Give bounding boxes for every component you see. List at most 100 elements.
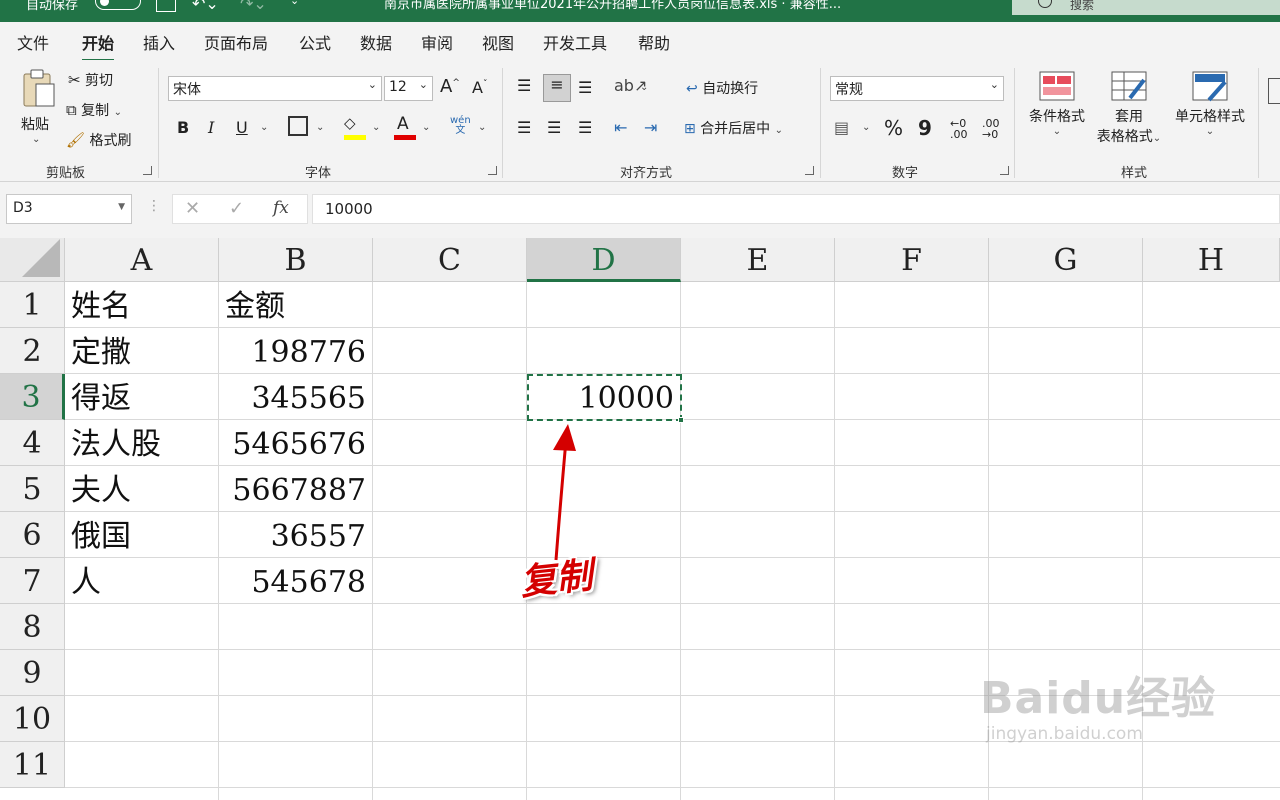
font-name-value: 宋体 <box>173 82 201 98</box>
cell-styles-button[interactable]: 单元格样式 ⌄ <box>1170 70 1250 137</box>
align-left-icon[interactable]: ☰ <box>517 118 531 137</box>
align-center-icon[interactable]: ☰ <box>547 118 561 137</box>
insert-cells-icon[interactable] <box>1268 78 1280 104</box>
phonetic-dropdown-icon[interactable]: ⌄ <box>478 122 486 133</box>
font-color-dropdown-icon[interactable]: ⌄ <box>422 122 430 133</box>
tab-developer[interactable]: 开发工具 <box>543 30 607 54</box>
spreadsheet-grid: A B C D E F G H 1 2 3 4 5 6 7 8 9 10 11 … <box>0 238 1280 800</box>
undo-icon[interactable]: ↶⌄ <box>192 0 219 13</box>
font-size-combo[interactable]: 12 ⌄ <box>384 76 433 101</box>
percent-style-button[interactable]: % <box>884 116 903 140</box>
customize-qat-icon[interactable]: ⌄ <box>290 0 299 7</box>
watermark-url: jingyan.baidu.com <box>986 724 1143 744</box>
drag-handle-icon[interactable]: ⋮ <box>147 198 161 214</box>
redo-icon[interactable]: ↷⌄ <box>240 0 267 13</box>
italic-button[interactable]: I <box>208 118 214 137</box>
number-launcher-icon[interactable] <box>1000 166 1009 175</box>
styles-group-label: 样式 <box>1121 166 1148 181</box>
merge-center-icon: ⊞ <box>684 121 696 137</box>
copy-label: 复制 <box>81 103 110 119</box>
font-name-combo[interactable]: 宋体 ⌄ <box>168 76 382 101</box>
tab-view[interactable]: 视图 <box>482 30 514 54</box>
tab-insert[interactable]: 插入 <box>143 30 175 54</box>
fill-color-dropdown-icon[interactable]: ⌄ <box>372 122 380 133</box>
tab-page-layout[interactable]: 页面布局 <box>204 30 268 54</box>
tab-home[interactable]: 开始 <box>82 30 115 62</box>
ribbon-tab-bar: 文件 开始 插入 页面布局 公式 数据 审阅 视图 开发工具 帮助 <box>0 22 1280 62</box>
wrap-text-button[interactable]: ↩ 自动换行 <box>686 78 758 98</box>
search-placeholder: 搜索 <box>1070 0 1095 12</box>
font-launcher-icon[interactable] <box>488 166 497 175</box>
cell-styles-icon <box>1192 71 1228 102</box>
font-group-label: 字体 <box>305 166 332 181</box>
conditional-format-label: 条件格式 <box>1029 109 1085 125</box>
merge-center-label: 合并后居中 <box>700 121 771 137</box>
tab-help[interactable]: 帮助 <box>638 30 670 54</box>
align-middle-icon[interactable]: ≡ <box>543 74 571 102</box>
conditional-format-icon <box>1039 71 1075 101</box>
align-right-icon[interactable]: ☰ <box>578 118 592 137</box>
tab-file[interactable]: 文件 <box>17 30 49 54</box>
comma-style-button[interactable]: 9 <box>918 116 932 140</box>
paste-button[interactable]: 粘贴 ⌄ <box>18 68 58 150</box>
phonetic-guide-icon[interactable]: wén 文 <box>450 116 471 136</box>
format-painter-icon: 🖌 <box>66 131 86 149</box>
borders-icon[interactable] <box>288 116 308 136</box>
cut-label: 剪切 <box>85 73 114 89</box>
paste-icon <box>23 69 55 107</box>
paste-label: 粘贴 <box>21 117 49 133</box>
tab-data[interactable]: 数据 <box>360 30 392 54</box>
merge-center-button[interactable]: ⊞ 合并后居中 ⌄ <box>684 118 783 138</box>
clipboard-launcher-icon[interactable] <box>143 166 152 175</box>
decrease-font-icon[interactable]: Aˇ <box>472 78 487 97</box>
cancel-icon[interactable]: ✕ <box>185 198 200 219</box>
increase-decimal-icon[interactable]: ←0.00 <box>950 118 968 140</box>
increase-font-icon[interactable]: A^ <box>440 76 460 97</box>
chevron-down-icon: ⌄ <box>418 78 428 91</box>
accounting-dropdown-icon[interactable]: ⌄ <box>862 122 870 133</box>
underline-button[interactable]: U <box>236 118 248 137</box>
increase-indent-icon[interactable]: ⇥ <box>644 118 657 137</box>
align-top-icon[interactable]: ☰ <box>517 76 531 95</box>
copy-icon: ⧉ <box>66 101 77 119</box>
search-box[interactable]: 搜索 <box>1012 0 1280 15</box>
name-box[interactable]: D3 ▼ <box>6 194 132 224</box>
wrap-text-label: 自动换行 <box>702 81 759 97</box>
font-color-icon[interactable]: A <box>394 114 416 140</box>
copy-button[interactable]: ⧉ 复制 ⌄ <box>66 100 122 120</box>
name-box-value: D3 <box>13 200 33 216</box>
insert-function-icon[interactable]: fx <box>273 198 289 218</box>
decrease-indent-icon[interactable]: ⇤ <box>614 118 627 137</box>
alignment-launcher-icon[interactable] <box>805 166 814 175</box>
save-icon[interactable] <box>156 0 176 12</box>
clipboard-group-label: 剪贴板 <box>46 166 86 181</box>
underline-dropdown-icon[interactable]: ⌄ <box>260 122 268 133</box>
tab-review[interactable]: 审阅 <box>421 30 453 54</box>
number-format-combo[interactable]: 常规 ⌄ <box>830 76 1004 101</box>
decrease-decimal-icon[interactable]: .00 →0 <box>982 118 1000 140</box>
formula-bar: D3 ▼ ⋮ ✕ ✓ fx 10000 <box>0 182 1280 238</box>
copy-dropdown-icon[interactable]: ⌄ <box>114 107 122 118</box>
chevron-down-icon: ⌄ <box>367 78 377 91</box>
merge-dropdown-icon[interactable]: ⌄ <box>775 125 783 136</box>
format-as-table-button[interactable]: 套用 表格格式⌄ <box>1092 70 1166 146</box>
format-as-table-label-1: 套用 <box>1115 109 1143 125</box>
formula-input[interactable]: 10000 <box>312 194 1280 224</box>
align-bottom-icon[interactable]: ☰ <box>578 78 592 97</box>
format-as-table-label-2: 表格格式 <box>1096 129 1153 145</box>
bold-button[interactable]: B <box>177 118 189 137</box>
cell-styles-label: 单元格样式 <box>1175 109 1245 125</box>
scissors-icon: ✂ <box>68 71 81 89</box>
fill-color-icon[interactable]: ◇ <box>344 114 366 140</box>
enter-check-icon[interactable]: ✓ <box>229 198 244 219</box>
document-title: 南京市属医院所属事业单位2021年公开招聘工作人员岗位信息表.xls · 兼容性… <box>384 0 842 12</box>
accounting-format-icon[interactable]: ▤ <box>834 118 849 137</box>
borders-dropdown-icon[interactable]: ⌄ <box>316 122 324 133</box>
cut-button[interactable]: ✂ 剪切 <box>68 70 113 90</box>
font-size-value: 12 <box>389 79 407 95</box>
conditional-format-button[interactable]: 条件格式 ⌄ <box>1024 70 1090 137</box>
tab-formulas[interactable]: 公式 <box>299 30 331 54</box>
format-painter-button[interactable]: 🖌 格式刷 <box>66 130 132 150</box>
orientation-dropdown-icon[interactable]: ⌄ <box>640 82 648 93</box>
autosave-toggle[interactable] <box>95 0 141 10</box>
